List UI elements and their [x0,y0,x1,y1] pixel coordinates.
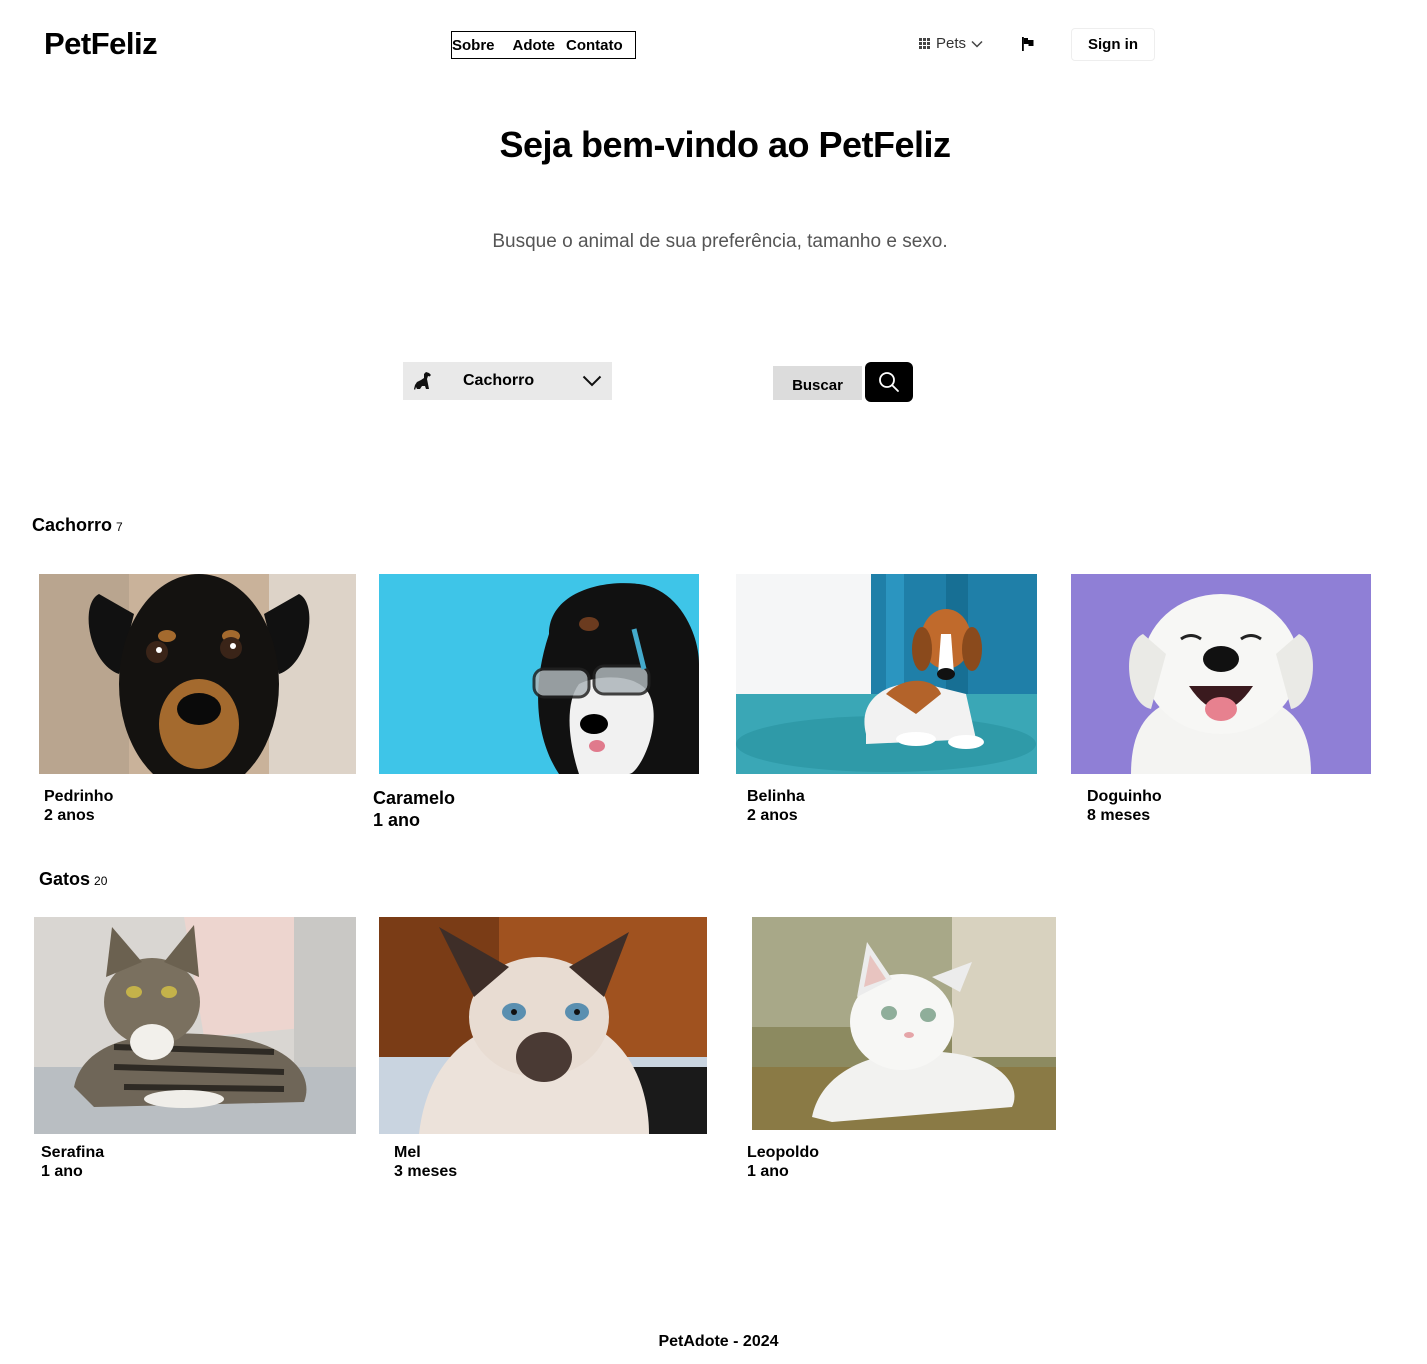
pet-photo-belinha[interactable] [736,574,1037,774]
section-count-dogs: 7 [116,520,123,534]
pet-name: Leopoldo [747,1144,819,1161]
pet-name: Caramelo [373,788,456,808]
pet-photo-serafina[interactable] [34,917,356,1134]
pet-name: Pedrinho [44,788,114,805]
footer-text: PetAdote - 2024 [658,1333,779,1350]
pet-age: 8 meses [1087,807,1151,824]
chevron-down-icon [971,40,983,48]
pet-age: 2 anos [747,807,798,824]
main-nav: Sobre Adote Contato [451,31,636,59]
buscar-button[interactable]: Buscar [773,366,862,400]
pet-age: 1 ano [373,810,421,830]
pet-card-mel[interactable]: Mel 3 meses [394,1143,457,1181]
pet-photo-leopoldo[interactable] [752,917,1056,1130]
pet-card-serafina[interactable]: Serafina 1 ano [41,1143,104,1181]
pets-dropdown-label: Pets [936,35,967,52]
pet-age: 2 anos [44,807,95,824]
sign-in-button[interactable]: Sign in [1071,28,1155,61]
logo[interactable]: PetFeliz [44,26,158,62]
grid-icon [919,38,930,49]
flag-icon[interactable] [1021,37,1035,56]
pet-name: Mel [394,1144,421,1161]
section-title-dogs-label: Cachorro [32,515,113,535]
nav-link-contato[interactable]: Contato [566,37,623,54]
search-icon [879,372,899,392]
pet-photo-doguinho[interactable] [1071,574,1371,774]
section-count-cats: 20 [94,874,108,888]
pet-age: 1 ano [747,1163,789,1180]
hero-subtitle: Busque o animal de sua preferência, tama… [492,231,948,252]
chevron-down-icon [582,375,602,387]
pet-card-caramelo[interactable]: Caramelo 1 ano [373,787,455,831]
dog-icon [414,372,431,390]
pet-age: 3 meses [394,1163,458,1180]
nav-link-sobre[interactable]: Sobre [452,37,495,54]
pet-name: Serafina [41,1144,105,1161]
search-button[interactable] [865,362,913,402]
pets-dropdown[interactable]: Pets [919,35,983,52]
section-title-cats-label: Gatos [39,869,91,889]
section-title-cats: Gatos 20 [39,869,107,890]
pet-name: Belinha [747,788,805,805]
animal-select[interactable]: Cachorro [403,362,612,400]
pet-photo-caramelo[interactable] [379,574,699,774]
pet-name: Doguinho [1087,788,1162,805]
section-title-dogs: Cachorro 7 [32,515,123,536]
hero-title: Seja bem-vindo ao PetFeliz [499,124,951,165]
animal-select-value: Cachorro [463,372,535,389]
pet-age: 1 ano [41,1163,83,1180]
nav-link-adote[interactable]: Adote [513,37,556,54]
pet-photo-mel[interactable] [379,917,707,1134]
pet-card-doguinho[interactable]: Doguinho 8 meses [1087,787,1162,825]
pet-photo-pedrinho[interactable] [39,574,356,774]
pet-card-pedrinho[interactable]: Pedrinho 2 anos [44,787,113,825]
pet-card-belinha[interactable]: Belinha 2 anos [747,787,805,825]
pet-card-leopoldo[interactable]: Leopoldo 1 ano [747,1143,819,1181]
